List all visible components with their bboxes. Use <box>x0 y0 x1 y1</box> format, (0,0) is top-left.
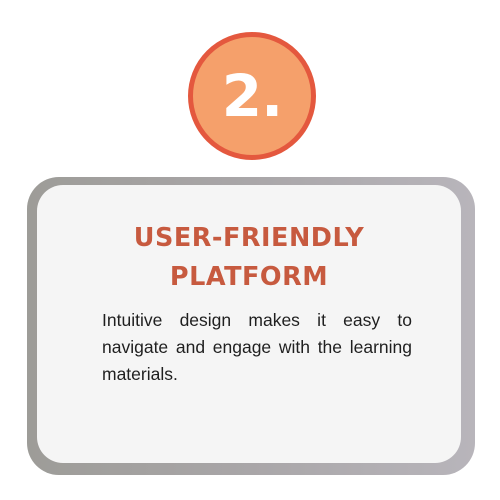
feature-title-line-2: PLATFORM <box>169 262 329 292</box>
feature-description: Intuitive design makes it easy to naviga… <box>102 310 412 384</box>
feature-title: USER-FRIENDLY PLATFORM <box>37 219 461 297</box>
step-number: 2. <box>221 62 283 130</box>
feature-card: USER-FRIENDLY PLATFORM Intuitive design … <box>37 185 461 463</box>
feature-title-line-1: USER-FRIENDLY <box>133 223 365 253</box>
step-number-badge: 2. <box>188 32 316 160</box>
